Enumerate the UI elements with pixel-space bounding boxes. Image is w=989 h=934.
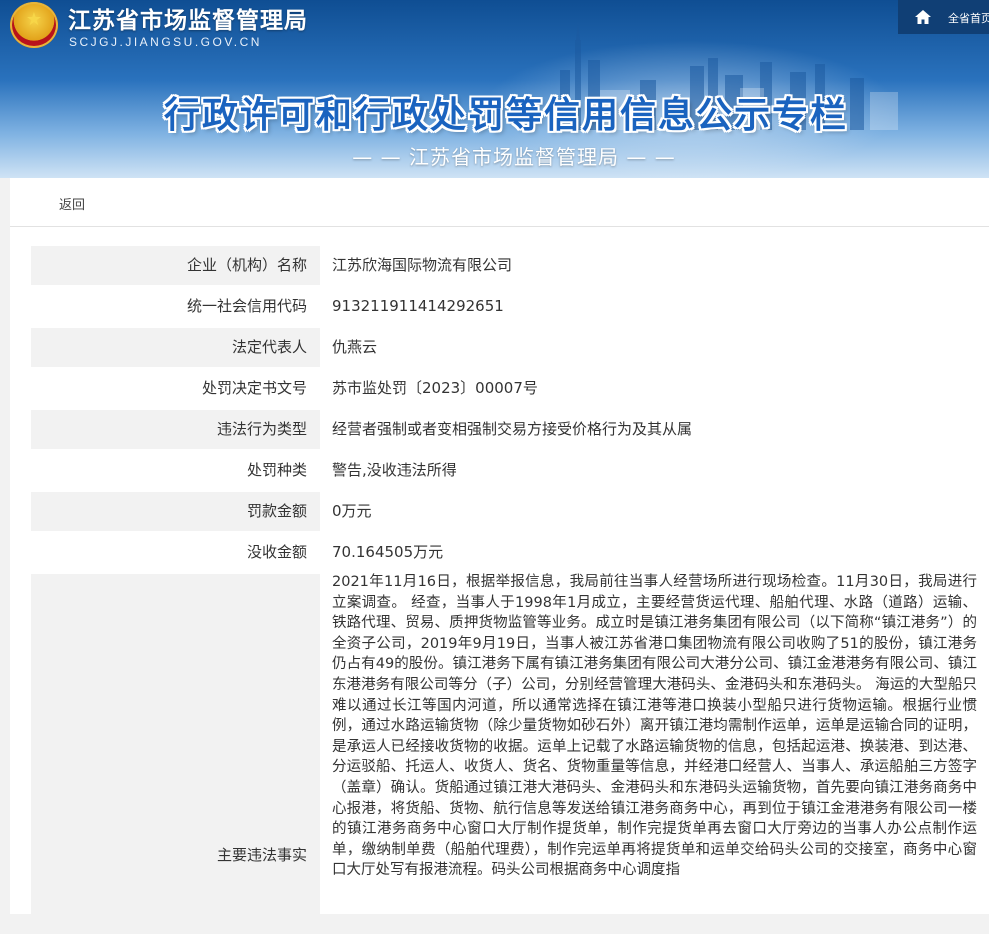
field-label: 处罚决定书文号 <box>201 379 307 397</box>
table-row: 处罚种类 警告,没收违法所得 <box>31 451 989 492</box>
field-label: 统一社会信用代码 <box>186 297 307 315</box>
field-label: 法定代表人 <box>31 328 320 367</box>
penalty-detail-table: 企业（机构）名称 江苏欣海国际物流有限公司 统一社会信用代码 913211911… <box>31 246 989 934</box>
table-row: 法定代表人 仇燕云 <box>31 328 989 369</box>
field-value: 经营者强制或者变相强制交易方接受价格行为及其从属 <box>332 420 693 438</box>
back-link[interactable]: 返回 <box>59 194 85 213</box>
field-value: 警告,没收违法所得 <box>332 461 457 479</box>
home-link[interactable]: 全省首页 <box>898 0 989 34</box>
field-value: 0万元 <box>332 502 372 520</box>
field-value: 913211911414292651 <box>332 297 504 315</box>
site-banner: ★ 江苏省市场监督管理局 SCJGJ.JIANGSU.GOV.CN 全省首页 行… <box>0 0 989 178</box>
field-label: 罚款金额 <box>31 492 320 531</box>
divider <box>10 226 989 227</box>
field-value: 江苏欣海国际物流有限公司 <box>332 256 513 274</box>
field-label: 企业（机构）名称 <box>31 246 320 285</box>
page-headline: 行政许可和行政处罚等信用信息公示专栏 <box>163 95 848 136</box>
field-label-facts: 主要违法事实 <box>31 574 320 934</box>
table-row: 违法行为类型 经营者强制或者变相强制交易方接受价格行为及其从属 <box>31 410 989 451</box>
field-label: 违法行为类型 <box>31 410 320 449</box>
field-label: 处罚种类 <box>246 461 307 479</box>
table-row: 处罚决定书文号 苏市监处罚〔2023〕00007号 <box>31 369 989 410</box>
table-row: 罚款金额 0万元 <box>31 492 989 533</box>
field-value: 70.164505万元 <box>332 543 444 561</box>
content-card: 返回 企业（机构）名称 江苏欣海国际物流有限公司 统一社会信用代码 913211… <box>10 178 989 934</box>
home-icon <box>915 10 931 24</box>
facts-label: 主要违法事实 <box>216 846 307 864</box>
table-row: 企业（机构）名称 江苏欣海国际物流有限公司 <box>31 246 989 287</box>
page-subline: — — 江苏省市场监督管理局 — — <box>352 145 676 169</box>
field-label: 没收金额 <box>246 543 307 561</box>
field-value: 苏市监处罚〔2023〕00007号 <box>332 379 538 397</box>
home-label: 全省首页 <box>948 12 989 25</box>
facts-text: 2021年11月16日，根据举报信息，我局前往当事人经营场所进行现场检查。11月… <box>332 574 977 879</box>
table-row: 没收金额 70.164505万元 <box>31 533 989 574</box>
table-row: 主要违法事实 2021年11月16日，根据举报信息，我局前往当事人经营场所进行现… <box>31 574 989 934</box>
site-name[interactable]: 江苏省市场监督管理局 <box>68 1 308 35</box>
national-emblem-icon: ★ <box>10 2 58 48</box>
field-value: 仇燕云 <box>332 338 378 356</box>
site-domain: SCJGJ.JIANGSU.GOV.CN <box>69 35 262 49</box>
table-row: 统一社会信用代码 913211911414292651 <box>31 287 989 328</box>
